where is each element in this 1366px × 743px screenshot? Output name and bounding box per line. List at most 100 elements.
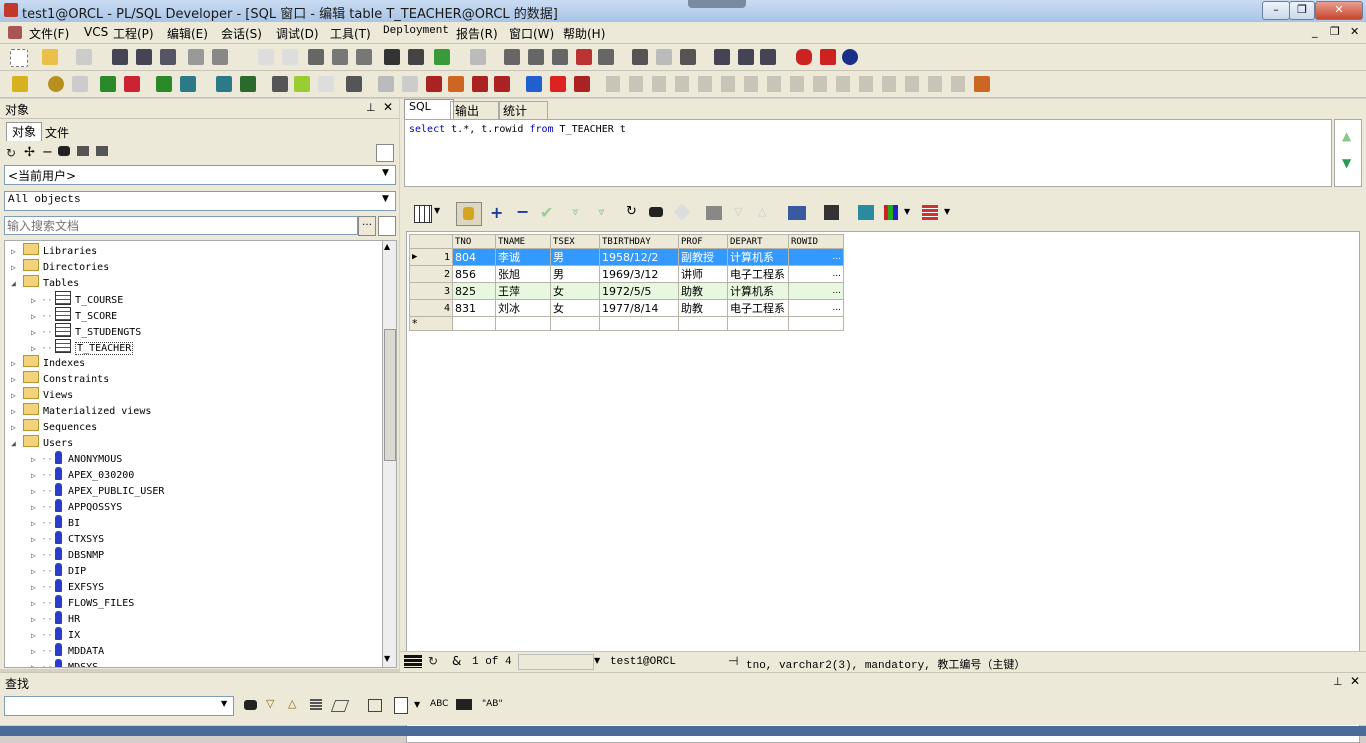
menu-reports[interactable]: 报告(R) bbox=[456, 25, 498, 42]
collapsed-icon[interactable]: ▷ bbox=[31, 535, 39, 544]
grid-cell-tno[interactable]: 825 bbox=[452, 282, 496, 300]
close-button[interactable]: ✕ bbox=[1315, 1, 1363, 20]
eraser-icon[interactable] bbox=[673, 203, 691, 221]
grid-cell-empty[interactable] bbox=[727, 316, 789, 331]
find-icon[interactable] bbox=[384, 49, 400, 65]
grid-cell-rowid[interactable]: ... bbox=[788, 299, 844, 317]
collapsed-icon[interactable]: ▷ bbox=[11, 375, 19, 384]
binoculars-icon[interactable] bbox=[649, 207, 663, 217]
delete-record-icon[interactable]: − bbox=[516, 202, 529, 221]
tree-item[interactable]: ◢ Tables bbox=[11, 275, 79, 291]
object-tree[interactable]: ▷ Libraries ▷ Directories ◢ Tables ▷ ·· T_COURSE… bbox=[4, 240, 384, 668]
column-header-tbirthday[interactable]: TBIRTHDAY bbox=[599, 234, 679, 249]
tree-item[interactable]: ▷ ·· APEX_PUBLIC_USER bbox=[31, 483, 164, 499]
find-next-icon[interactable]: ▽ bbox=[266, 697, 274, 710]
export-icon[interactable] bbox=[858, 205, 874, 220]
commit-icon[interactable] bbox=[100, 76, 116, 92]
menu-edit[interactable]: 编辑(E) bbox=[167, 25, 208, 42]
grid-cell-tname[interactable]: 李诚 bbox=[495, 248, 551, 266]
tree-item[interactable]: ▷ ·· MDSYS bbox=[31, 659, 98, 667]
minimize-button[interactable]: – bbox=[1262, 1, 1290, 20]
cut-icon[interactable] bbox=[308, 49, 324, 65]
data-grid[interactable]: TNO TNAME TSEX TBIRTHDAY PROF DEPART ROWID ▶ 1 8… bbox=[409, 234, 844, 331]
grid-cell-empty[interactable] bbox=[550, 316, 600, 331]
uncomment-icon[interactable] bbox=[528, 49, 544, 65]
filter-edit-icon[interactable] bbox=[96, 146, 108, 156]
execute-icon[interactable] bbox=[48, 76, 64, 92]
expanded-icon[interactable]: ◢ bbox=[11, 279, 19, 288]
tree-item[interactable]: ▷ ·· ANONYMOUS bbox=[31, 451, 122, 467]
grid-cell-tname[interactable]: 刘冰 bbox=[495, 299, 551, 317]
collapsed-icon[interactable]: ▷ bbox=[31, 647, 39, 656]
mdi-minimize-button[interactable]: _ bbox=[1312, 25, 1318, 38]
debug-eraser-icon[interactable] bbox=[402, 76, 418, 92]
tree-item[interactable]: ▷ ·· MDDATA bbox=[31, 643, 104, 659]
column-header-tname[interactable]: TNAME bbox=[495, 234, 551, 249]
tree-item[interactable]: ▷ ·· T_COURSE bbox=[31, 291, 123, 307]
panel-close-icon[interactable]: ✕ bbox=[1350, 674, 1360, 688]
tree-item[interactable]: ▷ ·· BI bbox=[31, 515, 80, 531]
column-header-depart[interactable]: DEPART bbox=[727, 234, 789, 249]
column-header-tsex[interactable]: TSEX bbox=[550, 234, 600, 249]
menu-file[interactable]: 文件(F) bbox=[29, 25, 69, 42]
grid-cell-empty[interactable] bbox=[495, 316, 551, 331]
grid-cell-tname[interactable]: 张旭 bbox=[495, 265, 551, 283]
tile-icon[interactable] bbox=[632, 49, 648, 65]
table-row[interactable]: ▶ 1 804 李诚男 1958/12/2 副教授 计算机系... bbox=[409, 248, 844, 266]
collapsed-icon[interactable]: ▷ bbox=[31, 615, 39, 624]
grid-cell-prof[interactable]: 助教 bbox=[678, 282, 728, 300]
filter-icon[interactable] bbox=[77, 146, 89, 156]
grid-cell-tno[interactable]: 804 bbox=[452, 248, 496, 266]
stop-icon[interactable] bbox=[574, 76, 590, 92]
tree-item[interactable]: ▷ ·· EXFSYS bbox=[31, 579, 104, 595]
menu-tools[interactable]: 工具(T) bbox=[330, 25, 371, 42]
collapsed-icon[interactable]: ▷ bbox=[31, 631, 39, 640]
tree-item[interactable]: ▷ Views bbox=[11, 387, 73, 403]
refresh-db-icon[interactable] bbox=[216, 76, 232, 92]
template-icon[interactable] bbox=[318, 76, 334, 92]
highlight-icon[interactable] bbox=[310, 699, 322, 711]
chevron-down-icon[interactable]: ▼ bbox=[944, 207, 950, 216]
menu-vcs[interactable]: VCS bbox=[84, 25, 108, 39]
chart-icon[interactable] bbox=[884, 205, 898, 220]
scroll-down-icon[interactable]: ▼ bbox=[384, 654, 390, 663]
db-connect-icon[interactable] bbox=[240, 76, 256, 92]
tree-item[interactable]: ▷ ·· DBSNMP bbox=[31, 547, 104, 563]
explain-icon[interactable] bbox=[294, 76, 310, 92]
open-icon[interactable] bbox=[42, 49, 58, 65]
tree-item[interactable]: ▷ ·· APPQOSSYS bbox=[31, 499, 122, 515]
collapsed-icon[interactable]: ▷ bbox=[11, 263, 19, 272]
collapsed-icon[interactable]: ▷ bbox=[31, 583, 39, 592]
tab-sql[interactable]: SQL bbox=[404, 99, 454, 119]
collapsed-icon[interactable]: ▷ bbox=[31, 455, 39, 464]
grid-cell-tsex[interactable]: 女 bbox=[550, 299, 600, 317]
arrow-up-icon[interactable]: ▲ bbox=[1342, 129, 1351, 143]
report-window-icon[interactable] bbox=[760, 49, 776, 65]
tree-item[interactable]: ▷ ·· IX bbox=[31, 627, 80, 643]
scope-icon[interactable] bbox=[394, 697, 408, 714]
oracle-icon[interactable] bbox=[796, 49, 812, 65]
print-icon[interactable] bbox=[76, 49, 92, 65]
chevron-down-icon[interactable]: ▼ bbox=[434, 206, 440, 215]
menu-session[interactable]: 会话(S) bbox=[221, 25, 262, 42]
info-icon[interactable] bbox=[842, 49, 858, 65]
next-page-icon[interactable]: ⩔ bbox=[572, 204, 579, 219]
grid-cell-depart[interactable]: 计算机系 bbox=[727, 282, 789, 300]
copy-icon[interactable] bbox=[332, 49, 348, 65]
grid-cell-tsex[interactable]: 女 bbox=[550, 282, 600, 300]
tree-scrollbar[interactable]: ▲ ▼ bbox=[382, 240, 397, 668]
collapsed-icon[interactable]: ▷ bbox=[11, 359, 19, 368]
grid-cell-tbirthday[interactable]: 1958/12/2 bbox=[599, 248, 679, 266]
clear-icon[interactable] bbox=[330, 700, 350, 712]
search-doc-button[interactable] bbox=[378, 216, 396, 236]
grid-cell-tbirthday[interactable]: 1977/8/14 bbox=[599, 299, 679, 317]
filter-select[interactable]: All objects ▼ bbox=[4, 191, 396, 211]
break-icon[interactable] bbox=[72, 76, 88, 92]
command-window-icon[interactable] bbox=[738, 49, 754, 65]
tree-item[interactable]: ▷ Materialized views bbox=[11, 403, 151, 419]
panel-close-icon[interactable]: ✕ bbox=[383, 100, 393, 114]
sql-icon[interactable] bbox=[156, 76, 172, 92]
collapsed-icon[interactable]: ▷ bbox=[11, 423, 19, 432]
filter-up-icon[interactable]: △ bbox=[758, 205, 766, 218]
redo-icon[interactable] bbox=[282, 49, 298, 65]
